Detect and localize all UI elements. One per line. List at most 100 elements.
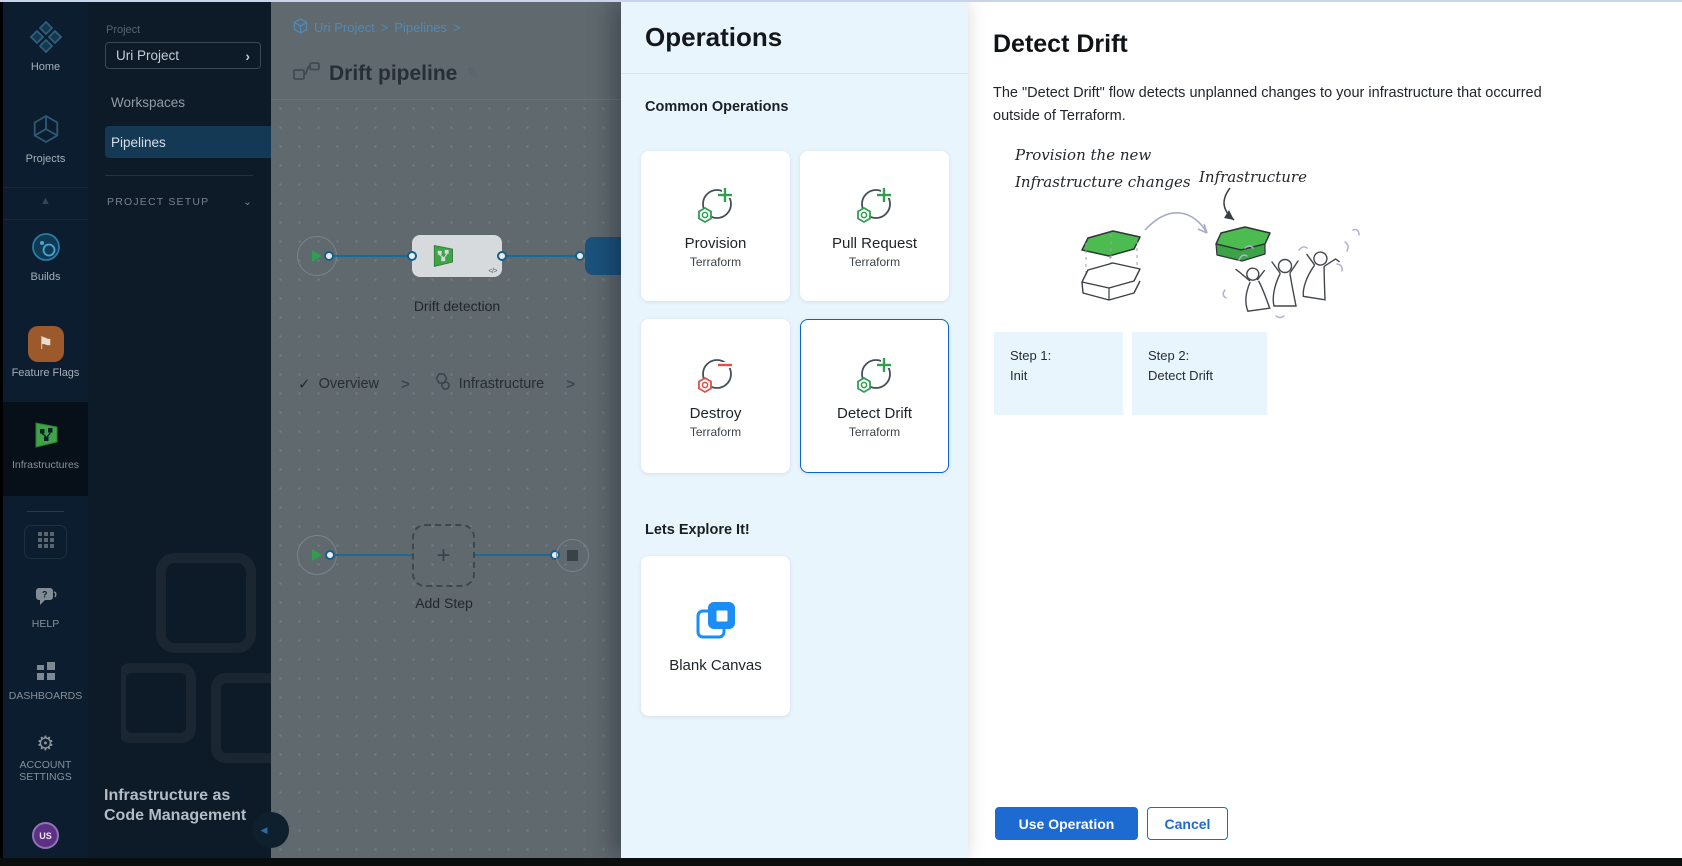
- blank-canvas-icon: [695, 599, 737, 641]
- stop-icon: [567, 550, 578, 561]
- sidebar-item-dashboards[interactable]: DASHBOARDS: [3, 662, 88, 702]
- add-step-node[interactable]: +: [412, 524, 475, 587]
- tab-overview[interactable]: ✓ Overview: [298, 375, 379, 393]
- connector-dot[interactable]: [497, 251, 507, 261]
- panel-title: Operations: [645, 22, 782, 53]
- svg-text:?: ?: [42, 590, 48, 600]
- plus-icon: +: [436, 542, 450, 570]
- hexagon-icon: [432, 373, 451, 395]
- connector-dot[interactable]: [575, 251, 585, 261]
- chevron-right-icon: ›: [245, 48, 250, 64]
- window-bottom-edge: [0, 858, 1682, 866]
- sidebar-item-label: Infrastructures: [12, 459, 79, 471]
- cube-icon: [27, 110, 65, 148]
- operation-card-pull-request[interactable]: Pull Request Terraform: [800, 151, 949, 301]
- page-title: Drift pipeline: [329, 62, 457, 86]
- stage-node-drift-detection[interactable]: </>: [412, 235, 502, 277]
- terraform-stage-icon: [430, 243, 456, 269]
- pipeline-title-row: Drift pipeline ✎: [293, 62, 480, 86]
- collapse-icon: ◀: [261, 825, 268, 836]
- play-icon: [311, 249, 323, 263]
- blank-canvas-card[interactable]: Blank Canvas: [641, 556, 790, 716]
- window-left-edge: [0, 0, 3, 866]
- module-title: Infrastructure as Code Management: [104, 786, 254, 826]
- play-icon: [311, 548, 323, 562]
- scroll-up-icon[interactable]: ▲: [3, 195, 88, 207]
- sidebar-item-label: HELP: [32, 618, 59, 630]
- help-icon: ?: [34, 586, 58, 613]
- sidebar-item-label: Projects: [26, 153, 66, 166]
- pipeline-end-node: [556, 539, 589, 572]
- detect-drift-illustration: Provision the new Infrastructure changes…: [993, 130, 1433, 340]
- divider: [621, 73, 968, 74]
- divider: [3, 187, 88, 188]
- sidebar-item-projects[interactable]: Projects: [3, 110, 88, 166]
- connector-dot[interactable]: [324, 251, 334, 261]
- code-icon: </>: [488, 268, 497, 275]
- project-name: Uri Project: [116, 48, 179, 63]
- stage-node-partial[interactable]: [585, 237, 621, 275]
- window-top-edge: [0, 0, 1682, 2]
- project-label: Project: [106, 24, 140, 36]
- breadcrumb-separator: >: [381, 20, 389, 35]
- detail-title: Detect Drift: [993, 30, 1128, 59]
- sidebar-collapse-button[interactable]: ◀: [253, 812, 289, 848]
- sidebar-item-feature-flags[interactable]: ⚑ Feature Flags: [3, 326, 88, 380]
- sidebar-item-label: Home: [31, 61, 60, 74]
- chevron-right-icon: >: [566, 376, 575, 393]
- breadcrumb-cube-icon: [293, 18, 308, 37]
- illustration-caption-left: Infrastructure changes: [1014, 173, 1191, 191]
- module-browser-button[interactable]: [24, 525, 67, 559]
- connector-line: [335, 554, 412, 556]
- stage-tabs: ✓ Overview > Infrastructure >: [298, 373, 583, 395]
- edit-icon[interactable]: ✎: [466, 64, 479, 84]
- infrastructures-icon: [27, 416, 65, 454]
- connector-line: [507, 255, 575, 257]
- project-setup-section[interactable]: PROJECT SETUP ⌄: [107, 196, 253, 208]
- breadcrumb-item[interactable]: Uri Project: [314, 20, 375, 35]
- tab-infrastructure[interactable]: Infrastructure: [432, 373, 544, 395]
- builds-icon: [27, 228, 65, 266]
- sidebar-item-pipelines[interactable]: Pipelines: [105, 126, 271, 158]
- module-sidebar: Home Projects ▲ Builds: [3, 2, 88, 858]
- connector-dot[interactable]: [325, 550, 335, 560]
- sidebar-item-label: Feature Flags: [12, 367, 80, 380]
- sidebar-item-builds[interactable]: Builds: [3, 228, 88, 284]
- sidebar-item-home[interactable]: Home: [3, 18, 88, 74]
- canvas-dot-grid[interactable]: [271, 99, 621, 858]
- detail-description: The "Detect Drift" flow detects unplanne…: [993, 82, 1553, 129]
- sidebar-item-label: Builds: [31, 271, 61, 284]
- step-box-2: Step 2: Detect Drift: [1132, 332, 1267, 415]
- operation-card-provision[interactable]: Provision Terraform: [641, 151, 790, 301]
- illustration-caption-left: Provision the new: [1014, 146, 1151, 164]
- divider: [105, 175, 253, 176]
- user-avatar[interactable]: US: [32, 822, 59, 849]
- sidebar-item-label: ACCOUNT SETTINGS: [15, 759, 77, 783]
- dashboards-icon: [37, 662, 55, 685]
- feature-flags-icon: ⚑: [28, 326, 64, 362]
- operation-card-detect-drift[interactable]: Detect Drift Terraform: [800, 319, 949, 473]
- sidebar-item-account-settings[interactable]: ⚙ ACCOUNT SETTINGS: [3, 734, 88, 783]
- app-root: Home Projects ▲ Builds: [0, 0, 1682, 866]
- connector-line: [475, 554, 550, 556]
- explore-heading: Lets Explore It!: [645, 522, 750, 538]
- cancel-button[interactable]: Cancel: [1147, 807, 1228, 840]
- connector-dot[interactable]: [407, 251, 417, 261]
- detect-drift-operation-icon: [852, 353, 898, 399]
- breadcrumb: Uri Project > Pipelines >: [293, 18, 461, 37]
- chevron-right-icon: >: [401, 376, 410, 393]
- destroy-operation-icon: [693, 353, 739, 399]
- pipeline-icon: [293, 62, 320, 86]
- use-operation-button[interactable]: Use Operation: [995, 807, 1138, 840]
- gear-icon: ⚙: [37, 734, 55, 754]
- project-selector[interactable]: Uri Project ›: [105, 42, 261, 69]
- sidebar-item-workspaces[interactable]: Workspaces: [105, 86, 271, 118]
- sidebar-item-infrastructures[interactable]: Infrastructures: [3, 416, 88, 471]
- connector-line: [334, 255, 412, 257]
- sidebar-item-help[interactable]: ? HELP: [3, 586, 88, 630]
- step-box-1: Step 1: Init: [994, 332, 1123, 415]
- breadcrumb-item[interactable]: Pipelines: [394, 20, 447, 35]
- operation-card-destroy[interactable]: Destroy Terraform: [641, 319, 790, 473]
- project-sidebar: Project Uri Project › Workspaces Pipelin…: [88, 2, 271, 858]
- chevron-down-icon: ⌄: [243, 196, 253, 208]
